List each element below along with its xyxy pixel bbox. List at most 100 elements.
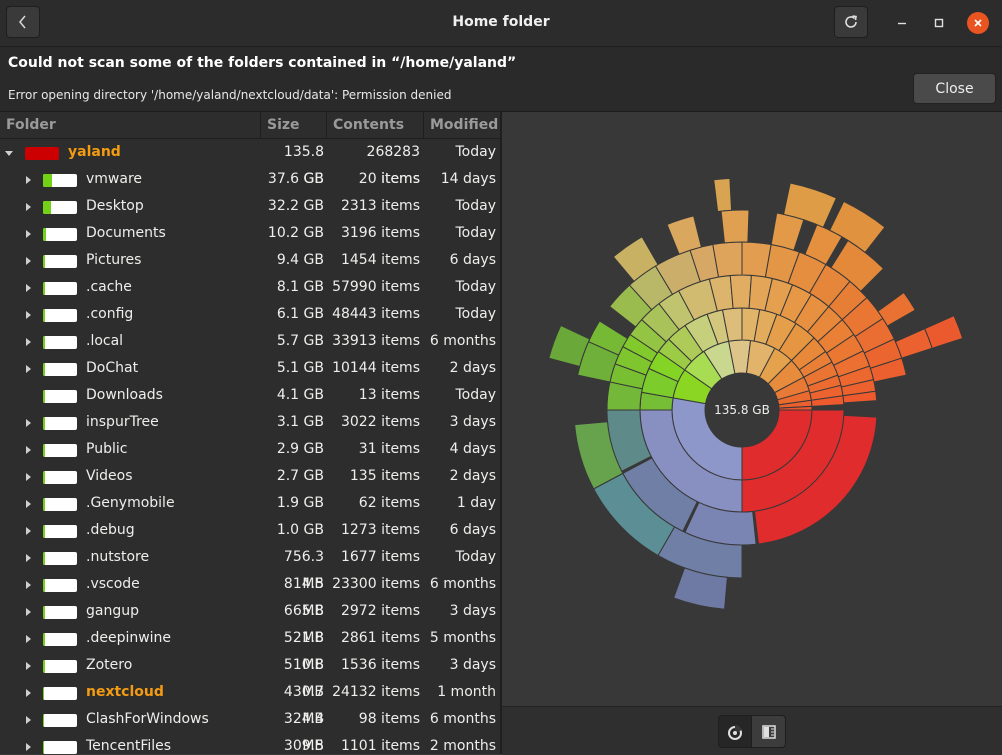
tree-row[interactable]: .config 6.1 GB 48443 items Today: [0, 301, 500, 328]
expand-arrow-icon[interactable]: [23, 733, 33, 754]
ring-segment[interactable]: [712, 241, 743, 278]
folder-contents: 2313 items: [340, 198, 420, 214]
folder-contents: 23300 items: [332, 576, 420, 592]
tree-row[interactable]: Desktop 32.2 GB 2313 items Today: [0, 193, 500, 220]
expand-arrow-icon[interactable]: [23, 193, 33, 220]
usage-bar: [43, 174, 77, 187]
expand-arrow-icon[interactable]: [23, 544, 33, 571]
expand-arrow-icon[interactable]: [23, 274, 33, 301]
folder-name: gangup: [86, 603, 139, 619]
tree-row[interactable]: Videos 2.7 GB 135 items 2 days: [0, 463, 500, 490]
folder-name: DoChat: [86, 360, 139, 376]
ring-segment[interactable]: [713, 177, 733, 213]
minimize-button[interactable]: [891, 12, 913, 34]
folder-modified: Today: [455, 549, 497, 565]
tree-rows: yaland 135.8 GB 268283 items Today vmware 37.…: [0, 139, 500, 754]
column-contents[interactable]: Contents: [327, 112, 424, 138]
folder-contents: 20 items: [358, 171, 420, 187]
infobar-close-button[interactable]: Close: [913, 73, 996, 104]
expand-arrow-icon[interactable]: [23, 220, 33, 247]
folder-contents: 1677 items: [340, 549, 420, 565]
folder-size: 6.1 GB: [276, 306, 324, 322]
expand-arrow-icon[interactable]: [23, 571, 33, 598]
treemap-chart-button[interactable]: [752, 715, 786, 748]
tree-row[interactable]: yaland 135.8 GB 268283 items Today: [0, 139, 500, 187]
expand-arrow-icon[interactable]: [23, 166, 33, 193]
treemap-chart-icon: [761, 724, 776, 739]
column-folder[interactable]: Folder: [0, 112, 261, 138]
usage-bar: [43, 579, 77, 592]
tree-row[interactable]: ClashForWindows 324.4 MB 98 items 6 months: [0, 706, 500, 754]
rings-chart-button[interactable]: [718, 715, 752, 748]
minimize-icon: [898, 22, 906, 25]
collapse-arrow-icon[interactable]: [4, 139, 14, 166]
expand-arrow-icon[interactable]: [23, 490, 33, 517]
folder-contents: 10144 items: [332, 360, 420, 376]
folder-modified: 6 months: [429, 711, 496, 727]
usage-bar: [43, 714, 77, 727]
expand-arrow-icon[interactable]: [23, 247, 33, 274]
expand-arrow-icon[interactable]: [23, 625, 33, 652]
folder-modified: Today: [455, 144, 497, 160]
usage-bar: [43, 741, 77, 754]
expand-arrow-icon[interactable]: [23, 301, 33, 328]
tree-row[interactable]: Public 2.9 GB 31 items 4 days: [0, 436, 500, 463]
ring-segment[interactable]: [666, 215, 702, 255]
tree-row[interactable]: .vscode 814.5 MB 23300 items 6 months: [0, 571, 500, 619]
folder-size: 2.7 GB: [276, 468, 324, 484]
tree-row[interactable]: .nutstore 756.3 MB 1677 items Today: [0, 544, 500, 592]
tree-header: Folder Size Contents Modified: [0, 112, 500, 139]
expand-arrow-icon[interactable]: [23, 355, 33, 382]
usage-bar: [43, 201, 77, 214]
tree-row[interactable]: gangup 665.8 MB 2972 items 3 days: [0, 598, 500, 646]
tree-row[interactable]: TencentFiles 309.5 MB 1101 items 2 months: [0, 733, 500, 754]
folder-modified: Today: [455, 225, 497, 241]
tree-row[interactable]: Downloads 4.1 GB 13 items Today: [0, 382, 500, 409]
folder-name: Zotero: [86, 657, 133, 673]
column-size[interactable]: Size: [261, 112, 327, 138]
tree-row[interactable]: .deepinwine 521.8 MB 2861 items 5 months: [0, 625, 500, 673]
folder-name: TencentFiles: [86, 738, 172, 754]
window-close-button[interactable]: [967, 12, 989, 34]
refresh-button[interactable]: [834, 6, 868, 38]
expand-arrow-icon[interactable]: [23, 706, 33, 733]
maximize-icon: [934, 18, 944, 28]
tree-row[interactable]: Zotero 510.8 MB 1536 items 3 days: [0, 652, 500, 700]
ring-chart[interactable]: 135.8 GB: [502, 112, 1002, 706]
tree-row[interactable]: nextcloud 430.7 MB 24132 items 1 month: [0, 679, 500, 727]
folder-name: Public: [86, 441, 128, 457]
usage-bar: [43, 390, 77, 403]
expand-arrow-icon[interactable]: [23, 652, 33, 679]
expand-arrow-icon[interactable]: [23, 409, 33, 436]
ring-segment[interactable]: [729, 274, 752, 309]
tree-row[interactable]: .cache 8.1 GB 57990 items Today: [0, 274, 500, 301]
tree-row[interactable]: Pictures 9.4 GB 1454 items 6 days: [0, 247, 500, 274]
expand-arrow-icon[interactable]: [23, 328, 33, 355]
usage-bar: [43, 363, 77, 376]
expand-arrow-icon[interactable]: [23, 436, 33, 463]
ring-segment[interactable]: [924, 314, 964, 349]
tree-row[interactable]: vmware 37.6 GB 20 items 14 days: [0, 166, 500, 193]
expand-arrow-icon[interactable]: [23, 463, 33, 490]
folder-name: .local: [86, 333, 124, 349]
tree-row[interactable]: DoChat 5.1 GB 10144 items 2 days: [0, 355, 500, 382]
tree-row[interactable]: .local 5.7 GB 33913 items 6 months: [0, 328, 500, 355]
ring-segment[interactable]: [720, 209, 750, 244]
tree-row[interactable]: .debug 1.0 GB 1273 items 6 days: [0, 517, 500, 544]
tree-row[interactable]: .Genymobile 1.9 GB 62 items 1 day: [0, 490, 500, 517]
expand-arrow-icon[interactable]: [23, 598, 33, 625]
error-heading: Could not scan some of the folders conta…: [8, 55, 517, 71]
folder-name: .debug: [86, 522, 135, 538]
maximize-button[interactable]: [928, 12, 950, 34]
folder-name: ClashForWindows: [86, 711, 209, 727]
tree-row[interactable]: inspurTree 3.1 GB 3022 items 3 days: [0, 409, 500, 436]
expand-arrow-icon[interactable]: [23, 679, 33, 706]
expand-arrow-icon[interactable]: [23, 517, 33, 544]
column-modified[interactable]: Modified: [424, 112, 500, 138]
tree-row[interactable]: Documents 10.2 GB 3196 items Today: [0, 220, 500, 247]
header-bar: Home folder: [0, 0, 1002, 47]
folder-modified: 6 days: [449, 252, 496, 268]
folder-contents: 98 items: [358, 711, 420, 727]
folder-tree[interactable]: Folder Size Contents Modified yaland 135.…: [0, 112, 500, 754]
folder-modified: 4 days: [449, 441, 496, 457]
